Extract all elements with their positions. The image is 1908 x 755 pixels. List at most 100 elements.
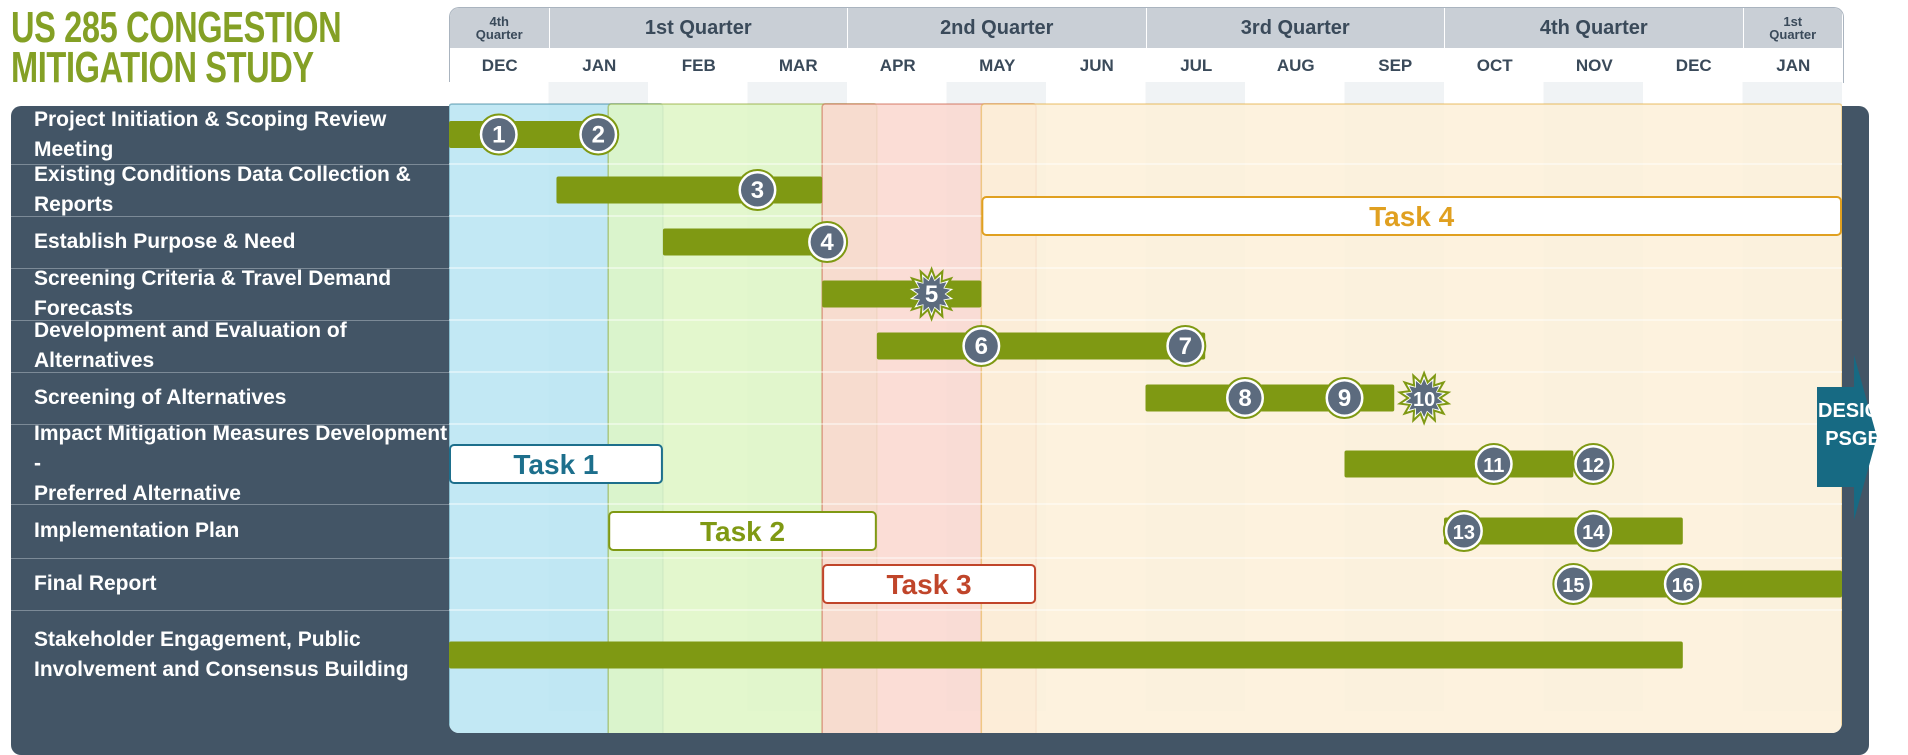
milestone-12: 12 — [1572, 443, 1615, 485]
month-header-4: MAR — [778, 55, 818, 75]
row-separator — [11, 372, 449, 373]
phase-label-2: Task 2 — [608, 511, 877, 551]
milestone-number: 6 — [975, 333, 988, 360]
milestone-6: 6 — [960, 325, 1003, 367]
quarter-header-label: 4th Quarter — [476, 15, 523, 41]
row-label-line: Implementation Plan — [34, 519, 240, 542]
milestone-number: 14 — [1582, 522, 1605, 544]
month-header-6: MAY — [979, 55, 1016, 75]
task-bar-5 — [876, 332, 1206, 360]
row-label-text: Development and Evaluation of Alternativ… — [34, 316, 449, 376]
phase-label-text: Task 2 — [700, 516, 785, 547]
milestone-number: 4 — [820, 229, 834, 256]
month-header-7: JUN — [1079, 55, 1114, 75]
row-label-line: Screening Criteria & Travel Demand Forec… — [34, 267, 392, 320]
milestone-number: 5 — [925, 281, 938, 308]
timeline-header: 4th Quarter 1st Quarter 2nd Quarter 3rd Quar… — [449, 7, 1844, 83]
milestone-number: 12 — [1582, 455, 1604, 477]
month-header-8: JUL — [1180, 55, 1213, 75]
month-header-9: AUG — [1276, 55, 1315, 75]
row-label-line: Involvement and Consensus Building — [34, 658, 409, 681]
milestone-number: 2 — [592, 122, 605, 149]
row-label-text: Establish Purpose & Need — [34, 227, 295, 257]
milestone-number: 15 — [1562, 575, 1584, 597]
design-label-line-1: DESIGN — [1818, 400, 1895, 422]
month-header-13: DEC — [1675, 55, 1712, 75]
row-label-8: Implementation Plan — [11, 504, 449, 558]
month-header-2: JAN — [582, 55, 617, 75]
milestone-3: 3 — [736, 169, 779, 211]
row-label-6: Screening of Alternatives — [11, 372, 449, 424]
row-label-10: Stakeholder Engagement, Public Involvemen… — [11, 610, 449, 700]
row-label-line: Project Initiation & Scoping Review Meet… — [34, 107, 387, 161]
quarter-row: 4th Quarter 1st Quarter 2nd Quarter 3rd Quar… — [450, 8, 1843, 48]
task-bar-2 — [556, 176, 823, 204]
row-label-3: Establish Purpose & Need — [11, 216, 449, 268]
month-header-12: NOV — [1575, 55, 1613, 75]
milestone-1: 1 — [477, 113, 520, 156]
row-label-line: Stakeholder Engagement, Public — [34, 628, 361, 651]
month-header-10: SEP — [1378, 55, 1413, 75]
row-separator — [11, 320, 449, 321]
milestone-8: 8 — [1224, 377, 1266, 419]
row-label-line: Screening of Alternatives — [34, 386, 287, 409]
gantt-chart-area: Task 1 Task 2 Task 3 Task 4 1 2 3 4 5 6 7 8 9 10 11 12 1… — [449, 82, 1842, 733]
row-separator — [11, 610, 449, 611]
row-label-line: Impact Mitigation Measures Development - — [34, 422, 448, 475]
task-bar-9 — [1573, 570, 1842, 598]
quarter-header-5: 4th Quarter — [1445, 8, 1744, 48]
milestone-number: 8 — [1238, 385, 1251, 412]
row-label-4: Screening Criteria & Travel Demand Forec… — [11, 267, 449, 320]
row-label-text: Project Initiation & Scoping Review Meet… — [34, 105, 449, 165]
quarter-header-2: 1st Quarter — [550, 8, 848, 48]
milestone-number: 13 — [1453, 522, 1475, 544]
row-label-line: Existing Conditions Data Collection & Re… — [34, 163, 411, 216]
milestone-9: 9 — [1323, 377, 1366, 419]
row-label-1: Project Initiation & Scoping Review Meet… — [11, 105, 449, 164]
title-line-1: US 285 CONGESTION — [11, 3, 342, 52]
design-arrow-label: DESIGN PSGE — [1818, 397, 1895, 453]
chart-title: US 285 CONGESTION MITIGATION STUDY — [11, 3, 342, 92]
phase-label-text: Task 4 — [1369, 201, 1455, 232]
gantt-svg: Task 1Task 2Task 3Task 41 23456 78 9 1011 121… — [449, 82, 1842, 733]
phase-label-text: Task 1 — [513, 449, 598, 480]
month-header-5: APR — [879, 55, 916, 75]
row-label-text: Final Report — [34, 569, 157, 599]
milestone-4: 4 — [806, 221, 849, 263]
row-label-line: Development and Evaluation of Alternativ… — [34, 319, 347, 372]
milestone-number: 10 — [1413, 389, 1435, 411]
month-header-11: OCT — [1476, 55, 1513, 75]
milestone-15: 15 — [1552, 563, 1595, 605]
row-separator — [11, 268, 449, 269]
milestone-number: 16 — [1672, 575, 1694, 597]
row-label-text: Implementation Plan — [34, 516, 239, 546]
milestone-number: 7 — [1179, 333, 1192, 360]
quarter-header-1: 4th Quarter — [450, 8, 550, 48]
row-separator — [11, 558, 449, 559]
row-label-5: Development and Evaluation of Alternativ… — [11, 319, 449, 372]
task-bar-7 — [1344, 450, 1574, 478]
row-label-line: Final Report — [34, 572, 157, 595]
row-label-2: Existing Conditions Data Collection & Re… — [11, 163, 449, 216]
milestone-number: 9 — [1338, 385, 1351, 412]
row-separator — [11, 424, 449, 425]
month-header-14: JAN — [1776, 55, 1811, 75]
milestone-number: 1 — [492, 122, 505, 149]
title-line-2: MITIGATION STUDY — [11, 43, 314, 92]
phase-label-3: Task 3 — [822, 564, 1037, 604]
milestone-number: 3 — [751, 177, 764, 204]
row-label-text: Screening Criteria & Travel Demand Forec… — [34, 264, 449, 324]
quarter-label-line-2: Quarter — [1769, 27, 1817, 42]
month-header-3: FEB — [681, 55, 716, 75]
quarter-header-4: 3rd Quarter — [1147, 8, 1445, 48]
milestone-13: 13 — [1442, 510, 1485, 552]
row-label-text: Screening of Alternatives — [34, 383, 286, 413]
milestone-2: 2 — [577, 113, 620, 156]
month-header-1: DEC — [481, 55, 518, 75]
milestone-7: 7 — [1164, 325, 1207, 367]
row-separator — [11, 504, 449, 505]
row-label-9: Final Report — [11, 558, 449, 610]
row-separator — [11, 164, 449, 165]
row-separator — [11, 216, 449, 217]
phase-label-1: Task 1 — [449, 444, 663, 484]
